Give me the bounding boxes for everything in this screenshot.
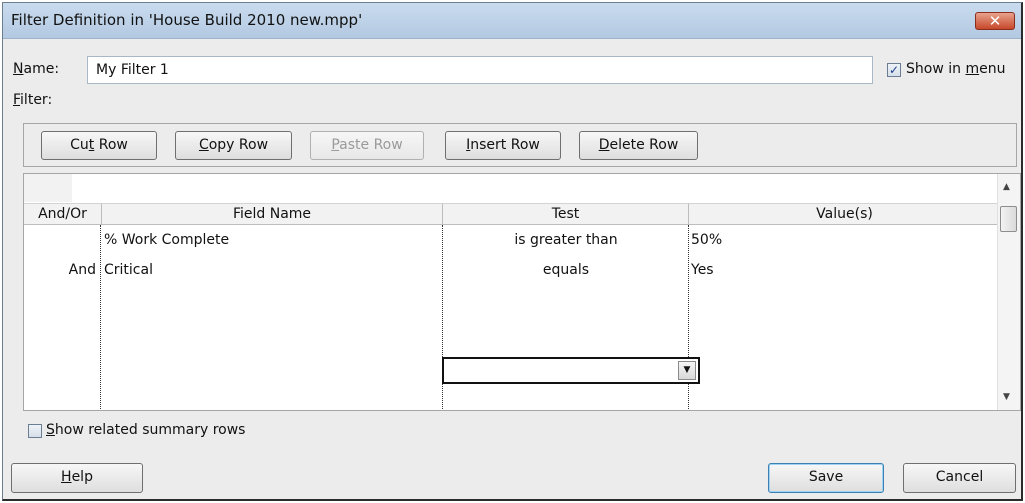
cell-edit-bar[interactable]: [72, 174, 998, 202]
cancel-button[interactable]: Cancel: [903, 463, 1016, 493]
test-cell[interactable]: is greater than: [443, 232, 689, 248]
copy-row-button[interactable]: Copy Row: [175, 131, 292, 160]
chevron-down-icon[interactable]: ▼: [678, 361, 696, 380]
filter-label: Filter:: [13, 92, 53, 108]
cut-row-button[interactable]: Cut Row: [41, 131, 157, 160]
field-name-cell[interactable]: % Work Complete: [104, 232, 229, 248]
row-toolbar: Cut Row Copy Row Paste Row Insert Row De…: [23, 123, 1017, 167]
column-divider: [100, 225, 101, 410]
column-header-test[interactable]: Test: [443, 203, 689, 225]
filter-definition-dialog: Filter Definition in 'House Build 2010 n…: [2, 2, 1023, 501]
scroll-down-icon[interactable]: ▼: [1003, 392, 1010, 402]
edit-bar-indicator: [24, 174, 73, 202]
scroll-up-icon[interactable]: ▲: [1003, 182, 1010, 192]
show-summary-rows-label: Show related summary rows: [46, 422, 246, 438]
value-cell[interactable]: Yes: [691, 262, 714, 278]
filter-criteria-grid: And/Or Field Name Test Value(s) % Work C…: [23, 173, 1021, 411]
value-cell[interactable]: 50%: [691, 232, 722, 248]
scrollbar-thumb[interactable]: [1000, 206, 1017, 232]
column-header-values[interactable]: Value(s): [689, 203, 1000, 225]
show-in-menu-label: Show in menu: [906, 61, 1006, 77]
show-summary-rows-checkbox[interactable]: [28, 424, 42, 438]
title-bar: Filter Definition in 'House Build 2010 n…: [3, 3, 1021, 39]
checkmark-icon: ✓: [888, 63, 900, 77]
close-button[interactable]: ✕: [975, 12, 1015, 30]
column-header-field-name[interactable]: Field Name: [102, 203, 443, 225]
name-label: Name:: [13, 61, 60, 77]
save-button[interactable]: Save: [768, 463, 884, 493]
close-icon: ✕: [988, 12, 1002, 30]
and-or-cell[interactable]: And: [54, 262, 96, 278]
name-input[interactable]: My Filter 1: [87, 56, 873, 84]
show-in-menu-checkbox[interactable]: ✓: [887, 63, 901, 77]
column-header-and-or[interactable]: And/Or: [24, 203, 102, 225]
insert-row-button[interactable]: Insert Row: [445, 131, 561, 160]
vertical-scrollbar[interactable]: ▲ ▼: [997, 174, 1020, 410]
paste-row-button[interactable]: Paste Row: [310, 131, 424, 160]
help-button[interactable]: Help: [11, 463, 143, 493]
test-dropdown[interactable]: ▼: [442, 357, 700, 384]
delete-row-button[interactable]: Delete Row: [579, 131, 698, 160]
dialog-title: Filter Definition in 'House Build 2010 n…: [11, 11, 363, 29]
test-cell[interactable]: equals: [443, 262, 689, 278]
field-name-cell[interactable]: Critical: [104, 262, 153, 278]
